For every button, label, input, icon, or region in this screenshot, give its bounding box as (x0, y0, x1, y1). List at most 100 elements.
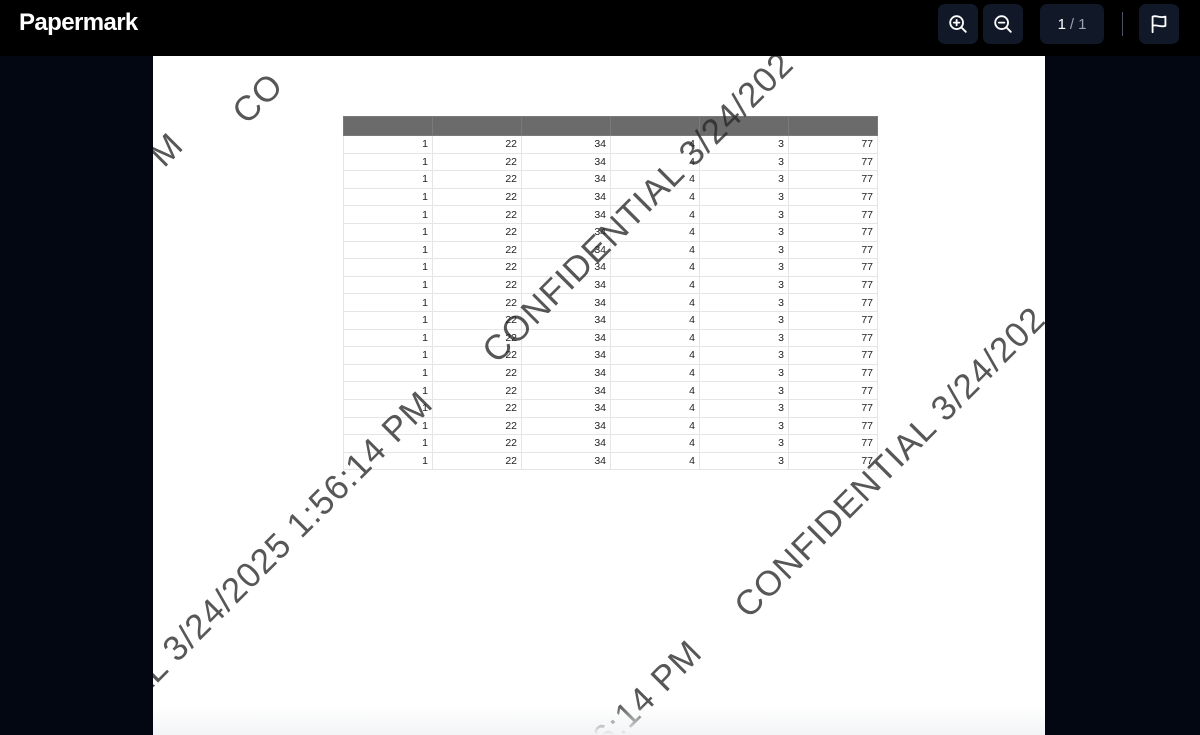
table-cell: 77 (788, 187, 878, 207)
table-cell: 34 (521, 451, 611, 471)
table-cell: 77 (788, 398, 878, 418)
page-indicator: 1 / 1 (1040, 4, 1104, 44)
brand-logo[interactable]: Papermark (19, 9, 138, 37)
table-cell: 22 (432, 451, 522, 471)
table-cell: 4 (610, 451, 700, 471)
table-cell: 3 (699, 346, 789, 365)
table-cell: 3 (699, 240, 789, 260)
table-row: 1 22 34 4 3 77 (343, 170, 878, 189)
table-cell: 34 (521, 152, 611, 172)
table-cell: 22 (432, 152, 522, 172)
table-cell: 4 (610, 434, 700, 453)
zoom-in-icon (949, 15, 967, 33)
table-cell: 22 (432, 258, 522, 277)
table-cell: 1 (343, 205, 433, 224)
table-cell: 1 (343, 187, 433, 207)
table-cell: 77 (788, 205, 878, 224)
table-cell: 22 (432, 205, 522, 224)
table-cell: 3 (699, 416, 789, 436)
zoom-out-icon (994, 15, 1012, 33)
table-cell: 22 (432, 135, 522, 154)
table-cell: 3 (699, 258, 789, 277)
table-header-row (343, 116, 878, 136)
table-cell: 77 (788, 240, 878, 260)
table-cell: 4 (610, 363, 700, 383)
table-cell: 22 (432, 363, 522, 383)
table-row: 1 22 34 4 3 77 (343, 310, 878, 330)
table-cell: 77 (788, 275, 878, 295)
table-cell: 4 (610, 346, 700, 365)
table-cell: 3 (699, 398, 789, 418)
table-cell: 34 (521, 363, 611, 383)
table-cell: 77 (788, 293, 878, 312)
page-separator: / (1069, 15, 1075, 33)
table-cell: 3 (699, 275, 789, 295)
page-current: 1 (1057, 15, 1066, 33)
table-cell: 1 (343, 135, 433, 154)
table-cell: 3 (699, 170, 789, 189)
table-cell: 77 (788, 258, 878, 277)
table-cell: 77 (788, 170, 878, 189)
table-cell: 3 (699, 310, 789, 330)
zoom-out-button[interactable] (983, 4, 1023, 44)
table-cell: 77 (788, 346, 878, 365)
table-cell: 34 (521, 416, 611, 436)
table-cell: 77 (788, 152, 878, 172)
table-cell: 3 (699, 381, 789, 400)
top-bar: Papermark 1 / 1 (0, 0, 1200, 56)
table-cell: 4 (610, 416, 700, 436)
table-cell: 22 (432, 275, 522, 295)
table-row: 1 22 34 4 3 77 (343, 293, 878, 312)
table-cell: 1 (343, 152, 433, 172)
table-cell: 1 (343, 222, 433, 242)
table-cell: 1 (343, 275, 433, 295)
table-cell: 77 (788, 135, 878, 154)
table-cell: 3 (699, 434, 789, 453)
table-cell: 34 (521, 398, 611, 418)
header-cell (343, 116, 433, 136)
table-cell: 1 (343, 346, 433, 365)
table-row: 1 22 34 4 3 77 (343, 187, 878, 207)
table-cell: 22 (432, 222, 522, 242)
table-row: 1 22 34 4 3 77 (343, 152, 878, 172)
table-cell: 1 (343, 258, 433, 277)
table-cell: 3 (699, 205, 789, 224)
table-cell: 4 (610, 398, 700, 418)
table-cell: 77 (788, 328, 878, 348)
page-bottom-shadow (153, 705, 1045, 735)
watermark-text: CO (224, 65, 291, 132)
report-flag-button[interactable] (1139, 4, 1179, 44)
table-row: 1 22 34 4 3 77 (343, 434, 878, 453)
table-row: 1 22 34 4 3 77 (343, 328, 878, 348)
table-cell: 22 (432, 416, 522, 436)
table-cell: 4 (610, 275, 700, 295)
table-cell: 3 (699, 222, 789, 242)
table-cell: 22 (432, 398, 522, 418)
table-cell: 34 (521, 434, 611, 453)
header-cell (788, 116, 878, 136)
table-cell: 22 (432, 381, 522, 400)
table-cell: 34 (521, 187, 611, 207)
table-cell: 4 (610, 381, 700, 400)
table-cell: 3 (699, 363, 789, 383)
table-cell: 77 (788, 434, 878, 453)
zoom-in-button[interactable] (938, 4, 978, 44)
table-cell: 22 (432, 187, 522, 207)
table-cell: 34 (521, 381, 611, 400)
table-cell: 34 (521, 170, 611, 189)
table-cell: 1 (343, 363, 433, 383)
table-row: 1 22 34 4 3 77 (343, 363, 878, 383)
table-cell: 34 (521, 346, 611, 365)
table-row: 1 22 34 4 3 77 (343, 275, 878, 295)
watermark-text: PM (153, 125, 191, 192)
table-row: 1 22 34 4 3 77 (343, 346, 878, 365)
table-cell: 3 (699, 293, 789, 312)
toolbar-divider (1122, 12, 1123, 36)
table-cell: 77 (788, 416, 878, 436)
table-cell: 1 (343, 310, 433, 330)
header-cell (521, 116, 611, 136)
header-cell (432, 116, 522, 136)
document-page: 1 22 34 4 3 77 1 22 34 4 3 77 1 22 34 4 3 77 1 22 34 4 3 77 1 22 3… (153, 56, 1045, 735)
table-cell: 1 (343, 240, 433, 260)
table-cell: 1 (343, 293, 433, 312)
